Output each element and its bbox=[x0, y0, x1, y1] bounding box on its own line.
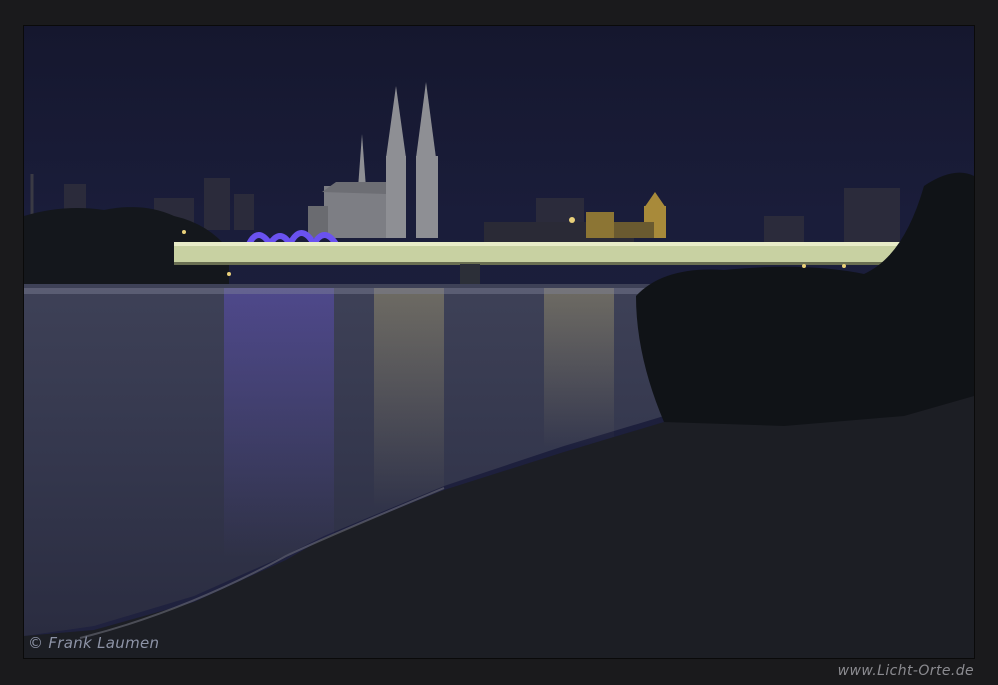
copyright-text: © Frank Laumen bbox=[28, 634, 160, 652]
night-photograph bbox=[24, 26, 974, 658]
photo-frame: © Frank Laumen www.Licht-Orte.de bbox=[0, 0, 998, 685]
website-text: www.Licht-Orte.de bbox=[837, 663, 974, 679]
trees-right bbox=[636, 172, 974, 426]
cathedral bbox=[308, 82, 438, 238]
cologne-night-scene bbox=[24, 82, 974, 658]
church-right bbox=[586, 192, 666, 238]
